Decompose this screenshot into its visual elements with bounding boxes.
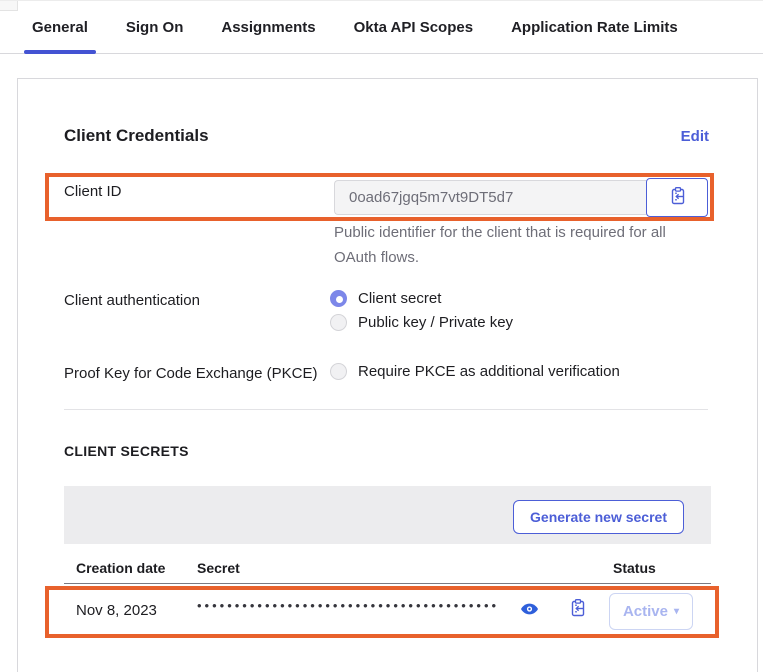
edit-button[interactable]: Edit	[681, 128, 709, 145]
radio-public-private-key-label: Public key / Private key	[358, 314, 513, 331]
client-secrets-toolbar: Generate new secret	[64, 486, 711, 544]
tab-assignments[interactable]: Assignments	[213, 1, 323, 53]
radio-public-private-key[interactable]: Public key / Private key	[330, 314, 513, 331]
chevron-down-icon: ▾	[674, 606, 679, 617]
radio-client-secret-label: Client secret	[358, 290, 441, 307]
client-authentication-label: Client authentication	[64, 292, 200, 309]
pkce-label: Proof Key for Code Exchange (PKCE)	[64, 365, 317, 382]
generate-new-secret-button[interactable]: Generate new secret	[513, 500, 684, 534]
pkce-checkbox[interactable]	[330, 363, 347, 380]
radio-selected-icon[interactable]	[330, 290, 347, 307]
client-secrets-title: CLIENT SECRETS	[64, 443, 189, 459]
column-header-secret: Secret	[197, 560, 240, 576]
eye-icon	[520, 606, 539, 621]
client-id-value[interactable]: 0oad67jgq5m7vt9DT5d7	[334, 180, 646, 215]
app-settings-page: General Sign On Assignments Okta API Sco…	[0, 0, 763, 672]
column-header-creation-date: Creation date	[76, 560, 165, 576]
client-id-label: Client ID	[64, 183, 122, 200]
radio-unselected-icon[interactable]	[330, 314, 347, 331]
app-tabs: General Sign On Assignments Okta API Sco…	[0, 1, 763, 54]
pkce-checkbox-row[interactable]: Require PKCE as additional verification	[330, 363, 620, 380]
tab-sign-on[interactable]: Sign On	[118, 1, 192, 53]
general-settings-card: Client Credentials Edit Client ID 0oad67…	[17, 78, 758, 672]
clipboard-copy-icon	[568, 606, 587, 621]
copy-secret-button[interactable]	[568, 598, 587, 618]
tab-okta-api-scopes[interactable]: Okta API Scopes	[346, 1, 482, 53]
tab-general[interactable]: General	[24, 1, 96, 53]
radio-client-secret[interactable]: Client secret	[330, 290, 441, 307]
secret-status-dropdown[interactable]: Active ▾	[609, 593, 693, 630]
masked-secret-value: ••••••••••••••••••••••••••••••••••••••••	[197, 598, 499, 613]
clipboard-copy-icon	[668, 186, 687, 209]
status-label: Active	[623, 603, 668, 620]
section-divider	[64, 409, 708, 410]
client-credentials-title: Client Credentials	[64, 126, 209, 146]
table-row-divider	[64, 636, 711, 637]
client-id-copy-button[interactable]	[646, 178, 708, 217]
tab-application-rate-limits[interactable]: Application Rate Limits	[503, 1, 686, 53]
table-header-divider	[64, 583, 711, 584]
pkce-checkbox-label: Require PKCE as additional verification	[358, 363, 620, 380]
client-id-group: 0oad67jgq5m7vt9DT5d7	[334, 178, 708, 217]
column-header-status: Status	[613, 560, 656, 576]
reveal-secret-button[interactable]	[520, 600, 539, 618]
client-id-help-text: Public identifier for the client that is…	[334, 220, 682, 270]
secret-creation-date: Nov 8, 2023	[76, 602, 157, 619]
